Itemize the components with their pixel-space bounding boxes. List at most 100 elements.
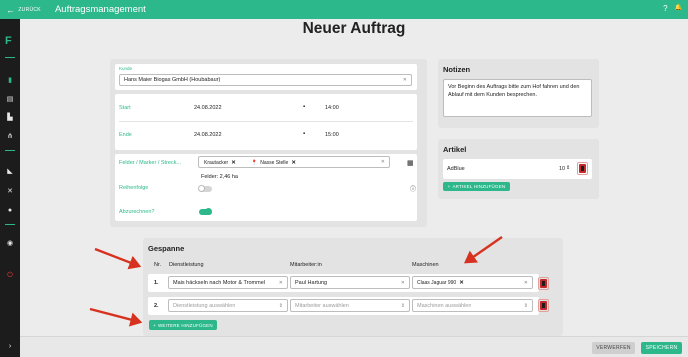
billable-toggle[interactable]	[199, 208, 212, 215]
machine-chip[interactable]: Claas Jaguar 990 ✕	[417, 280, 464, 286]
chip-label: Krautacker	[204, 160, 229, 166]
notes-title: Notizen	[443, 65, 471, 74]
org-chart-icon[interactable]: ⋔	[5, 131, 15, 141]
app-header: ← ZURÜCK Auftragsmanagement ? 🔔	[0, 0, 688, 19]
power-icon[interactable]: ⏻	[5, 271, 15, 281]
expand-sidebar-button[interactable]: ›	[0, 336, 20, 357]
teams-panel: Gespanne Nr. Dienstleistung Mitarbeiter:…	[143, 238, 563, 336]
info-icon[interactable]: ⓘ	[410, 184, 416, 193]
page-title: Neuer Auftrag	[302, 20, 406, 37]
plus-icon: +	[153, 322, 156, 328]
save-button[interactable]: SPEICHERN	[641, 342, 682, 354]
end-label: Ende	[119, 132, 132, 138]
order-form-panel: Kunde Hans Maier Biogas GmbH (Houbabaur)…	[110, 59, 427, 227]
machines-placeholder: Maschinen auswählen	[417, 302, 472, 309]
order-label: Reihenfolge	[119, 185, 149, 191]
clear-icon[interactable]: ✕	[403, 77, 407, 83]
clipboard-icon[interactable]: ▮	[5, 75, 15, 85]
add-team-button[interactable]: + WEITERE HINZUFÜGEN	[149, 320, 217, 330]
billable-label: Abzurechnen?	[119, 209, 155, 215]
notes-panel: Notizen Vor Beginn des Auftrags bitte zu…	[438, 59, 599, 128]
article-name: AdBlue	[447, 166, 465, 172]
vehicle-icon[interactable]: ◣	[5, 166, 15, 176]
remove-chip-icon[interactable]: ✕	[231, 160, 236, 166]
service-select[interactable]: Mais häckseln nach Motor & Trommel ✕	[168, 276, 288, 289]
logo: F	[5, 35, 12, 47]
tools-icon[interactable]: ✕	[5, 186, 15, 196]
clear-icon[interactable]: ✕	[401, 280, 405, 286]
account-icon[interactable]: ◉	[5, 238, 15, 248]
team-row: 1. Mais häckseln nach Motor & Trommel ✕ …	[148, 274, 539, 292]
discard-button[interactable]: VERWERFEN	[592, 342, 635, 354]
chevron-updown-icon[interactable]: ⇕	[401, 303, 405, 309]
stepper-icon[interactable]: ⇕	[566, 165, 570, 171]
divider	[5, 224, 15, 225]
help-icon[interactable]: ?	[663, 4, 667, 13]
clear-icon[interactable]: ✕	[381, 159, 385, 165]
trash-icon	[540, 279, 547, 288]
customer-label: Kunde	[119, 66, 133, 71]
clear-icon[interactable]: ✕	[524, 280, 528, 286]
trash-icon	[579, 164, 586, 173]
notes-textarea[interactable]: Vor Beginn des Auftrags bitte zum Hof fa…	[443, 79, 592, 117]
delete-row-button[interactable]	[538, 277, 549, 290]
fields-card: Felder / Marker / Streck... Krautacker ✕…	[115, 154, 417, 221]
divider	[119, 121, 413, 122]
calendar-icon[interactable]: ▪	[303, 131, 305, 137]
clear-icon[interactable]: ✕	[279, 280, 283, 286]
field-chip[interactable]: Krautacker ✕	[204, 160, 236, 166]
machines-select[interactable]: Claas Jaguar 990 ✕ ✕	[412, 276, 533, 289]
col-service: Dienstleistung	[169, 262, 204, 268]
sidebar: F ▮ ▤ ▙ ⋔ ◣ ✕ ● ◉ ⏻	[0, 19, 20, 357]
employee-select[interactable]: Mitarbeiter auswählen ⇕	[290, 299, 410, 312]
add-team-label: WEITERE HINZUFÜGEN	[157, 322, 213, 328]
service-placeholder: Dienstleistung auswählen	[173, 302, 236, 309]
pin-icon: 📍	[251, 160, 258, 166]
back-button[interactable]: ← ZURÜCK	[0, 0, 41, 19]
team-row: 2. Dienstleistung auswählen ⇕ Mitarbeite…	[148, 297, 539, 315]
delete-article-button[interactable]	[577, 162, 588, 175]
start-time[interactable]: 14:00	[325, 105, 339, 111]
fields-multiselect[interactable]: Krautacker ✕ 📍 Nasse Stelle ✕ ✕	[198, 156, 390, 168]
tractor-icon[interactable]: ▙	[5, 112, 15, 122]
machines-select[interactable]: Maschinen auswählen ⇕	[412, 299, 533, 312]
start-date[interactable]: 24.08.2022	[194, 105, 222, 111]
start-label: Start	[119, 105, 131, 111]
article-qty[interactable]: 10	[559, 166, 565, 172]
delete-row-button[interactable]	[538, 299, 549, 312]
add-article-button[interactable]: + ARTIKEL HINZUFÜGEN	[443, 182, 510, 191]
footer-bar: VERWERFEN SPEICHERN	[20, 336, 688, 357]
end-time[interactable]: 15:00	[325, 132, 339, 138]
employee-select[interactable]: Paul Hartung ✕	[290, 276, 410, 289]
col-employee: Mitarbeiter:in	[290, 262, 322, 268]
remove-chip-icon[interactable]: ✕	[459, 280, 464, 286]
teams-title: Gespanne	[148, 244, 185, 253]
article-row: AdBlue 10 ⇕	[443, 159, 592, 179]
arrow-to-add-button	[89, 307, 143, 327]
articles-title: Artikel	[443, 145, 467, 154]
end-date[interactable]: 24.08.2022	[194, 132, 222, 138]
order-toggle[interactable]	[198, 185, 212, 192]
remove-chip-icon[interactable]: ✕	[291, 160, 296, 166]
add-article-label: ARTIKEL HINZUFÜGEN	[452, 184, 506, 189]
customer-value: Hans Maier Biogas GmbH (Houbabaur)	[124, 77, 221, 83]
arrow-left-icon: ←	[6, 4, 16, 15]
field-chip[interactable]: 📍 Nasse Stelle ✕	[251, 160, 296, 166]
customer-select[interactable]: Hans Maier Biogas GmbH (Houbabaur) ✕	[119, 74, 412, 86]
users-icon[interactable]: ●	[5, 205, 15, 215]
divider	[5, 57, 15, 58]
bell-icon[interactable]: 🔔	[675, 4, 682, 13]
divider	[5, 150, 15, 151]
chevron-updown-icon[interactable]: ⇕	[524, 303, 528, 309]
chevron-updown-icon[interactable]: ⇕	[279, 303, 283, 309]
document-icon[interactable]: ▤	[5, 94, 15, 104]
calendar-icon[interactable]: ▪	[303, 104, 305, 110]
plus-icon: +	[447, 184, 451, 189]
map-icon[interactable]: ▦	[407, 159, 414, 167]
arrow-to-service	[94, 247, 142, 270]
row-number: 1.	[154, 280, 159, 286]
col-nr: Nr.	[154, 262, 162, 268]
employee-placeholder: Mitarbeiter auswählen	[295, 302, 349, 309]
service-value: Mais häckseln nach Motor & Trommel	[173, 279, 266, 286]
service-select[interactable]: Dienstleistung auswählen ⇕	[168, 299, 288, 312]
